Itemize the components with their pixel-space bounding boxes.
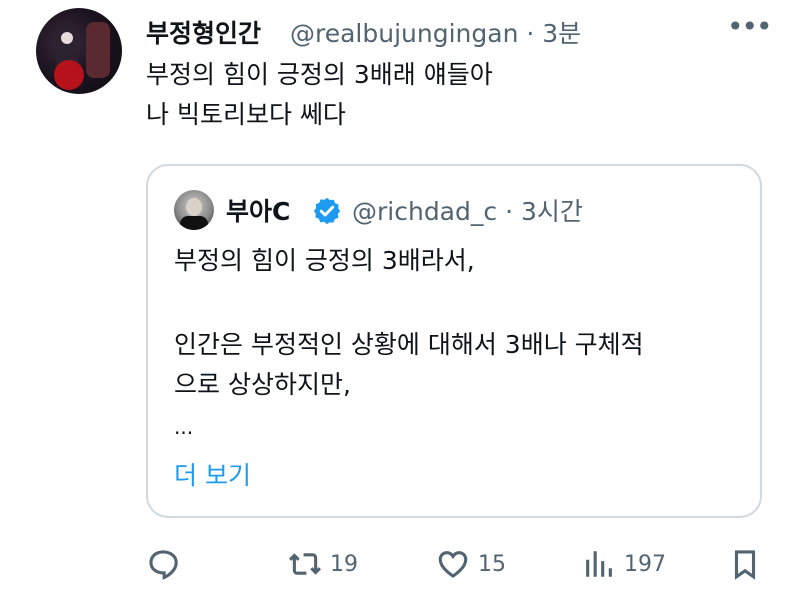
bookmark-icon xyxy=(734,550,756,580)
views-count: 197 xyxy=(624,551,666,577)
author-avatar[interactable] xyxy=(36,8,122,94)
heart-icon xyxy=(438,551,468,578)
quoted-text-line-1: 부정의 힘이 긍정의 3배라서, xyxy=(174,246,475,275)
reply-button[interactable] xyxy=(146,546,180,582)
retweet-count: 19 xyxy=(330,551,358,577)
quoted-author-name[interactable]: 부아C xyxy=(226,192,290,228)
quoted-text-ellipsis: ... xyxy=(174,415,194,439)
like-count: 15 xyxy=(478,551,506,577)
views-chart-icon xyxy=(586,551,612,577)
reply-icon xyxy=(149,550,178,580)
quoted-author-avatar[interactable] xyxy=(174,190,214,230)
like-button[interactable]: 15 xyxy=(436,546,506,582)
tweet-text-line-1: 부정의 힘이 긍정의 3배래 얘들아 xyxy=(146,60,493,89)
show-more-link[interactable]: 더 보기 xyxy=(174,456,251,492)
verified-badge-icon xyxy=(313,197,341,225)
retweet-button[interactable]: 19 xyxy=(288,546,358,582)
author-handle-time[interactable]: @realbujungingan · 3분 xyxy=(290,14,581,50)
quoted-text-line-3: 인간은 부정적인 상황에 대해서 3배나 구체적 xyxy=(174,330,644,359)
retweet-icon xyxy=(289,553,321,575)
bookmark-button[interactable] xyxy=(728,546,762,582)
tweet-text-line-2: 나 빅토리보다 쎄다 xyxy=(146,100,346,129)
quoted-author-handle-time[interactable]: @richdad_c · 3시간 xyxy=(352,192,583,228)
author-name[interactable]: 부정형인간 xyxy=(146,14,261,50)
quoted-text-line-4: 으로 상상하지만, xyxy=(174,370,351,399)
views-button[interactable]: 197 xyxy=(582,546,666,582)
more-options-icon[interactable]: ••• xyxy=(727,10,773,43)
quoted-tweet-card[interactable]: 부아C @richdad_c · 3시간 부정의 힘이 긍정의 3배라서, 인간… xyxy=(146,164,762,518)
